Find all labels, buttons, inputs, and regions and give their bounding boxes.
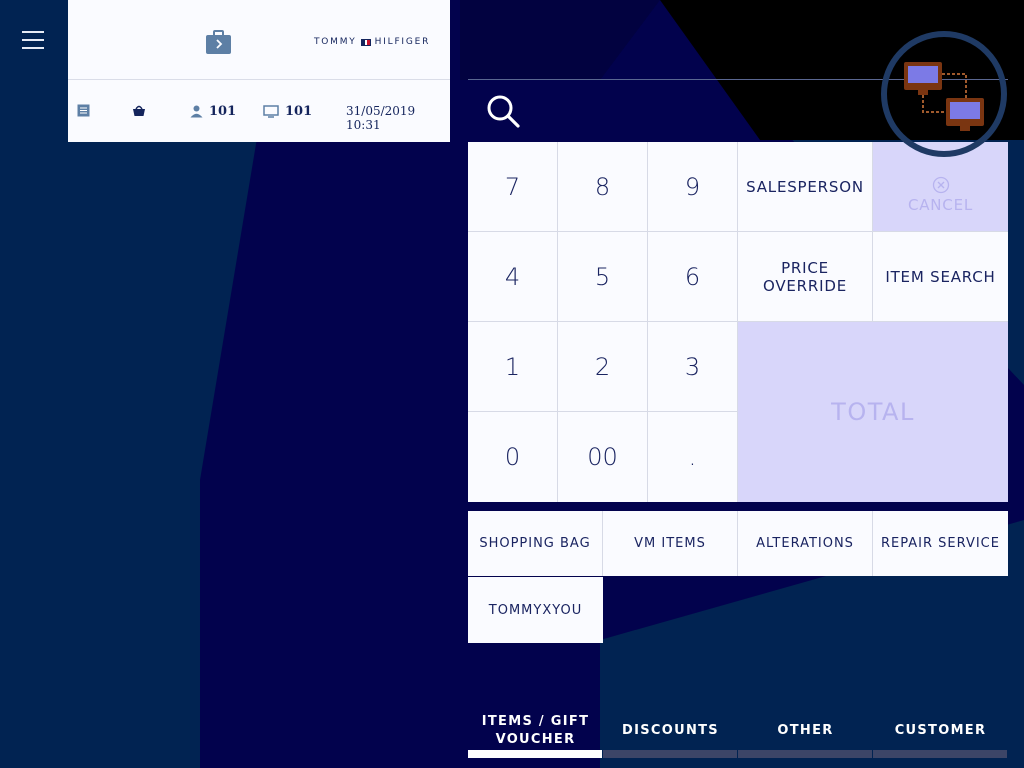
flag-icon bbox=[360, 38, 371, 46]
tab-label: DISCOUNTS bbox=[622, 723, 719, 738]
receipt-status[interactable] bbox=[77, 104, 90, 117]
header-top: TOMMY HILFIGER bbox=[68, 0, 450, 80]
tab-indicator bbox=[738, 750, 872, 758]
repair-service-button[interactable]: REPAIR SERVICE bbox=[873, 511, 1008, 576]
status-row: 101 101 31/05/2019 10:31 bbox=[68, 80, 450, 142]
salesperson-button[interactable]: SALESPERSON bbox=[738, 142, 872, 231]
tab-items-gift-voucher[interactable]: ITEMS / GIFT VOUCHER bbox=[468, 712, 603, 758]
key-0[interactable]: 0 bbox=[468, 412, 557, 502]
key-8[interactable]: 8 bbox=[558, 142, 647, 231]
tommyxyou-button[interactable]: TOMMYXYOU bbox=[468, 577, 603, 643]
key-decimal[interactable]: . bbox=[648, 412, 737, 502]
datetime-text: 31/05/2019 10:31 bbox=[346, 104, 416, 132]
vm-items-button[interactable]: VM ITEMS bbox=[603, 511, 738, 576]
tab-discounts[interactable]: DISCOUNTS bbox=[603, 712, 738, 758]
tab-customer[interactable]: CUSTOMER bbox=[873, 712, 1008, 758]
total-button[interactable]: TOTAL bbox=[738, 322, 1008, 502]
category-tabs: ITEMS / GIFT VOUCHER DISCOUNTS OTHER CUS… bbox=[468, 712, 1008, 758]
network-computers-icon[interactable] bbox=[880, 30, 1008, 158]
header-panel: TOMMY HILFIGER 101 101 31/05/2019 10:31 bbox=[68, 0, 450, 142]
key-5[interactable]: 5 bbox=[558, 232, 647, 321]
key-7[interactable]: 7 bbox=[468, 142, 557, 231]
key-6[interactable]: 6 bbox=[648, 232, 737, 321]
tab-other[interactable]: OTHER bbox=[738, 712, 873, 758]
keypad: 7 8 9 SALESPERSON CANCEL 4 5 6 PRICE OVE… bbox=[468, 142, 1008, 502]
datetime: 31/05/2019 10:31 bbox=[346, 104, 450, 132]
user-status[interactable]: 101 bbox=[190, 104, 236, 119]
price-override-button[interactable]: PRICE OVERRIDE bbox=[738, 232, 872, 321]
briefcase-arrow-icon[interactable] bbox=[205, 29, 232, 56]
basket-status[interactable] bbox=[132, 104, 146, 117]
brand-left: TOMMY bbox=[314, 37, 357, 47]
person-icon bbox=[190, 105, 203, 118]
cancel-label: CANCEL bbox=[907, 195, 974, 214]
user-value: 101 bbox=[209, 104, 237, 119]
brand-right: HILFIGER bbox=[374, 37, 431, 47]
tab-label: OTHER bbox=[777, 723, 834, 738]
terminal-value: 101 bbox=[285, 104, 313, 119]
key-3[interactable]: 3 bbox=[648, 322, 737, 411]
tab-label: CUSTOMER bbox=[894, 723, 987, 738]
quick-buttons: SHOPPING BAG VM ITEMS ALTERATIONS REPAIR… bbox=[468, 511, 1008, 643]
document-icon bbox=[77, 104, 90, 117]
tab-indicator bbox=[873, 750, 1007, 758]
shopping-basket-icon bbox=[133, 105, 145, 116]
tab-indicator bbox=[468, 750, 602, 758]
monitor-icon bbox=[263, 105, 279, 118]
cancel-icon bbox=[932, 176, 949, 193]
key-9[interactable]: 9 bbox=[648, 142, 737, 231]
key-2[interactable]: 2 bbox=[558, 322, 647, 411]
search-icon[interactable] bbox=[486, 94, 520, 128]
key-00[interactable]: 00 bbox=[558, 412, 647, 502]
shopping-bag-button[interactable]: SHOPPING BAG bbox=[468, 511, 603, 576]
item-search-button[interactable]: ITEM SEARCH bbox=[873, 232, 1008, 321]
terminal-status[interactable]: 101 bbox=[263, 104, 312, 119]
tab-indicator bbox=[603, 750, 737, 758]
hamburger-icon[interactable] bbox=[22, 31, 44, 51]
brand-logo: TOMMY HILFIGER bbox=[314, 37, 430, 47]
key-1[interactable]: 1 bbox=[468, 322, 557, 411]
alterations-button[interactable]: ALTERATIONS bbox=[738, 511, 873, 576]
key-4[interactable]: 4 bbox=[468, 232, 557, 321]
